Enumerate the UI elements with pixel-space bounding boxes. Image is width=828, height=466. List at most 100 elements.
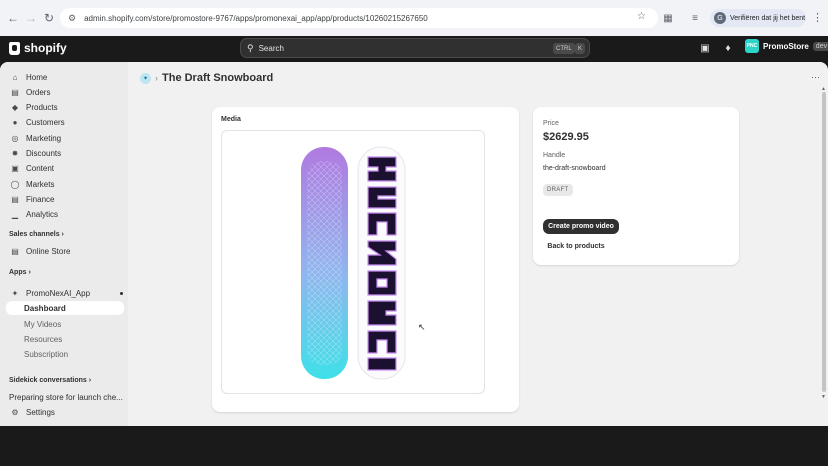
sidebar-item-analytics[interactable]: ▁ Analytics <box>6 207 124 221</box>
address-bar[interactable]: ⚙ admin.shopify.com/store/promostore-976… <box>60 8 658 28</box>
pin-dot <box>120 292 123 295</box>
sidebar-item-resources[interactable]: Resources <box>6 332 124 346</box>
breadcrumb-separator: › <box>155 73 158 83</box>
handle-label: Handle <box>543 152 566 159</box>
handle-value: the-draft-snowboard <box>543 165 606 172</box>
sidebar-item-label: PromoNexAI_App <box>26 288 91 298</box>
sidebar-item-orders[interactable]: ▤ Orders <box>6 85 124 99</box>
target-icon: ◎ <box>11 133 19 143</box>
sidebar-item-discounts[interactable]: ✸ Discounts <box>6 146 124 160</box>
browser-toolbar: ← → ↻ ⚙ admin.shopify.com/store/promosto… <box>0 0 828 36</box>
sidekick-header[interactable]: Sidekick conversations › <box>9 377 91 384</box>
profile-verify-text: Verifiëren dat jij het bent <box>730 14 806 22</box>
scrollbar[interactable] <box>822 92 826 392</box>
shortcut-k-key: K <box>575 43 586 54</box>
sidebar-item-content[interactable]: ▣ Content <box>6 161 124 175</box>
bank-icon: ▤ <box>11 194 19 204</box>
snowboard-image <box>301 146 406 380</box>
sidebar-item-products[interactable]: ◆ Products <box>6 100 124 114</box>
forward-arrow-icon[interactable]: → <box>22 9 40 27</box>
content-icon: ▣ <box>11 163 19 173</box>
sidebar-item-label: Customers <box>26 117 65 127</box>
apps-header[interactable]: Apps › <box>9 269 31 276</box>
main-content: ✦ › The Draft Snowboard ⋯ Media Price $2… <box>128 62 828 426</box>
tab-search-icon[interactable]: ≡ <box>688 11 702 25</box>
store-icon[interactable]: ▣ <box>699 42 711 54</box>
sidebar-item-online-store[interactable]: ▤ Online Store <box>6 244 124 258</box>
back-arrow-icon[interactable]: ← <box>4 9 22 27</box>
shortcut-ctrl-key: CTRL <box>553 43 575 54</box>
product-image[interactable] <box>221 130 485 394</box>
shopify-wordmark: shopify <box>24 41 67 55</box>
sidebar-item-customers[interactable]: ● Customers <box>6 115 124 129</box>
sidebar-item-label: Online Store <box>26 246 71 256</box>
tag-icon: ◆ <box>11 102 19 112</box>
back-to-products-button[interactable]: Back to products <box>543 240 609 253</box>
store-switcher[interactable]: PNC PromoStore dev <box>745 39 828 53</box>
globe-icon: ◯ <box>10 179 20 189</box>
sidebar-item-marketing[interactable]: ◎ Marketing <box>6 131 124 145</box>
shopify-bag-icon <box>9 41 20 55</box>
sidebar-item-label: Subscription <box>24 349 69 359</box>
sidebar-item-subscription[interactable]: Subscription <box>6 347 124 361</box>
admin-frame: ⌂ Home ▤ Orders ◆ Products ● Customers ◎ Mark… <box>0 62 828 426</box>
extensions-icon[interactable]: ▦ <box>661 11 675 25</box>
bookmark-star-icon[interactable]: ☆ <box>637 11 646 22</box>
sidebar-item-app[interactable]: ✦ PromoNexAI_App <box>6 286 124 300</box>
app-logo-icon[interactable]: ✦ <box>140 72 151 84</box>
sidebar-item-my-videos[interactable]: My Videos <box>6 317 124 331</box>
sidebar-item-label: Dashboard <box>24 303 66 313</box>
create-promo-video-button[interactable]: Create promo video <box>543 219 619 234</box>
mouse-pointer-icon: ↖ <box>418 322 426 332</box>
sidebar-item-label: Discounts <box>26 148 62 158</box>
discount-icon: ✸ <box>11 148 19 158</box>
scroll-down-arrow-icon[interactable]: ▼ <box>821 394 826 400</box>
chart-icon: ▁ <box>11 209 19 219</box>
sidebar-item-finance[interactable]: ▤ Finance <box>6 192 124 206</box>
search-icon: ⚲ <box>247 42 254 53</box>
page-title: The Draft Snowboard <box>162 72 274 84</box>
search-placeholder: Search <box>258 43 284 53</box>
sidebar-item-markets[interactable]: ◯ Markets <box>6 177 124 191</box>
more-actions-icon[interactable]: ⋯ <box>811 72 820 83</box>
sidebar: ⌂ Home ▤ Orders ◆ Products ● Customers ◎ Mark… <box>0 62 128 426</box>
sidebar-item-home[interactable]: ⌂ Home <box>6 70 124 84</box>
sidebar-item-label: Finance <box>26 194 55 204</box>
media-card: Media <box>212 107 519 412</box>
store-avatar: PNC <box>745 39 759 53</box>
sidebar-item-label: Resources <box>24 334 63 344</box>
search-bar[interactable]: ⚲ Search CTRL K <box>240 38 590 58</box>
url-text: admin.shopify.com/store/promostore-9767/… <box>84 13 428 23</box>
notification-bell-icon[interactable]: ♦ <box>722 42 734 54</box>
store-name: PromoStore <box>763 41 809 51</box>
sidebar-item-settings[interactable]: ⚙ Settings <box>6 405 124 419</box>
sidebar-item-label: My Videos <box>24 319 62 329</box>
browser-menu-icon[interactable]: ⋮ <box>812 11 823 24</box>
sidebar-item-label: Home <box>26 72 48 82</box>
status-badge: DRAFT <box>543 184 573 196</box>
reload-icon[interactable]: ↻ <box>40 9 58 27</box>
section-label: Apps <box>9 269 27 276</box>
shopify-logo[interactable]: shopify <box>9 41 67 55</box>
price-value: $2629.95 <box>543 131 589 143</box>
section-label: Sales channels <box>9 231 60 238</box>
store-dev-tag: dev <box>812 41 828 51</box>
profile-avatar: G <box>714 12 726 24</box>
breadcrumb: ✦ › The Draft Snowboard <box>140 72 273 84</box>
inbox-icon: ▤ <box>11 87 19 97</box>
sidebar-item-label: Content <box>26 163 55 173</box>
sidebar-item-label: Analytics <box>26 209 59 219</box>
price-label: Price <box>543 120 559 127</box>
site-info-icon[interactable]: ⚙ <box>68 13 76 24</box>
sidebar-item-label: Preparing store for launch che... <box>9 392 123 402</box>
media-header: Media <box>221 116 241 123</box>
sidebar-item-label: Settings <box>26 407 55 417</box>
sidebar-item-dashboard[interactable]: Dashboard <box>6 301 124 315</box>
sales-channels-header[interactable]: Sales channels › <box>9 231 64 238</box>
sidekick-conversation-item[interactable]: Preparing store for launch che... <box>9 390 127 404</box>
profile-verify-button[interactable]: G Verifiëren dat jij het bent <box>710 9 806 27</box>
gear-icon: ⚙ <box>11 407 19 417</box>
sidebar-item-label: Markets <box>26 179 55 189</box>
section-label: Sidekick conversations <box>9 377 87 384</box>
sidebar-item-label: Orders <box>26 87 51 97</box>
